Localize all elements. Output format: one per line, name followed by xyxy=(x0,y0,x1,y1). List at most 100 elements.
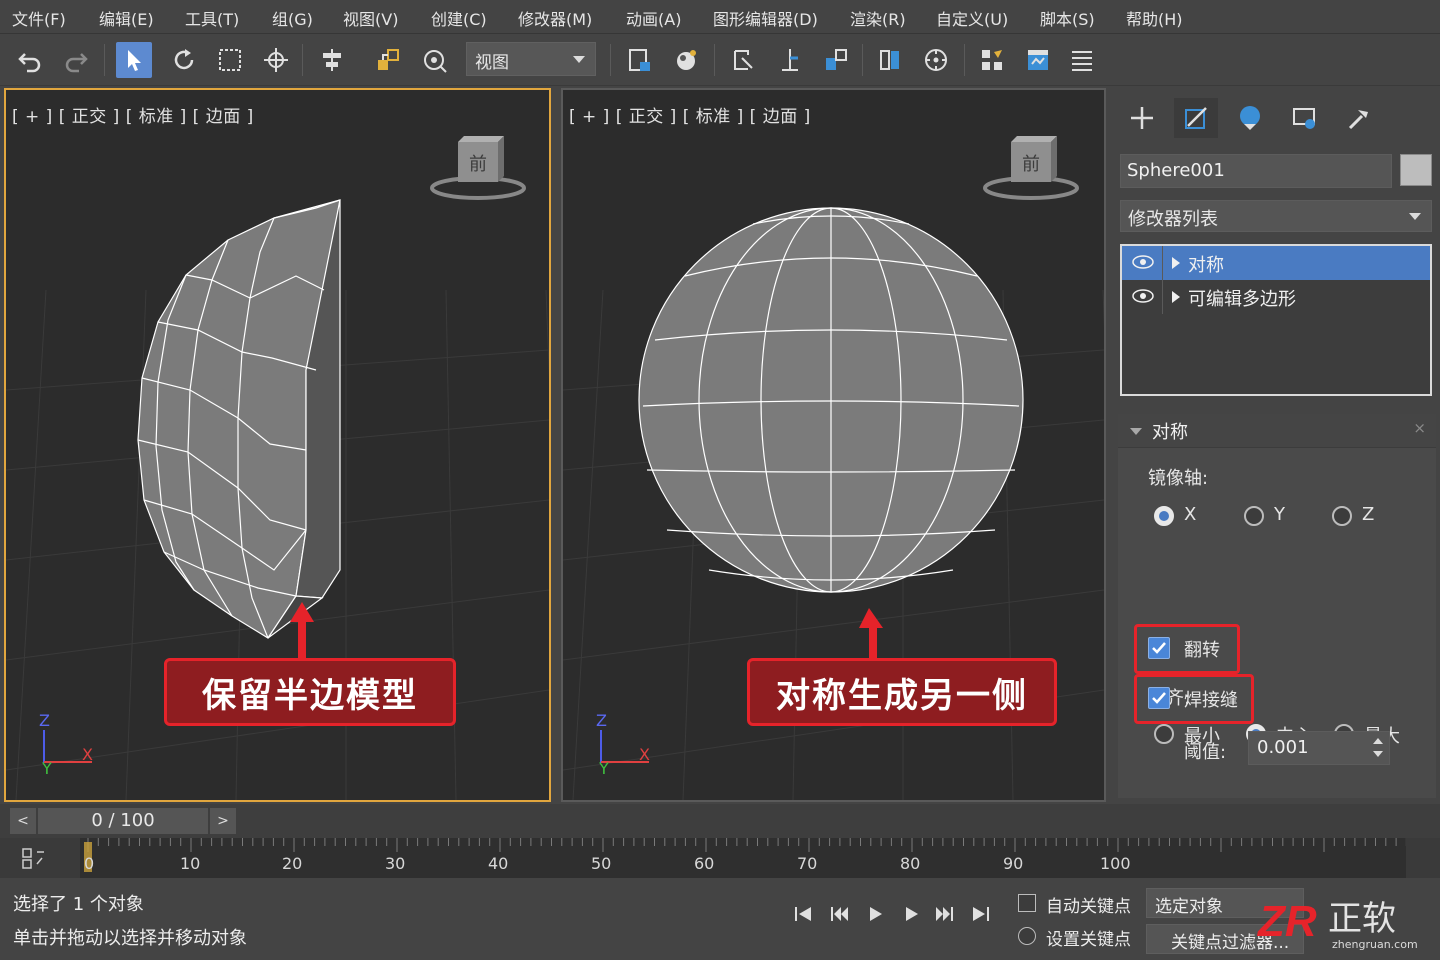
tick-label: 70 xyxy=(797,854,818,873)
threshold-spinner[interactable]: 0.001 xyxy=(1248,731,1390,765)
angle-snap-icon[interactable] xyxy=(772,42,808,78)
auto-key-label: 自动关键点 xyxy=(1046,897,1131,917)
layer-icon[interactable] xyxy=(622,42,658,78)
schematic-icon[interactable] xyxy=(974,42,1010,78)
axis-x-label: X xyxy=(639,745,650,764)
axis-gizmo: Z Y X xyxy=(39,711,93,778)
menu-modifiers[interactable]: 修改器(M) xyxy=(518,6,592,30)
track-bar[interactable]: 0 10 20 30 40 50 60 70 80 90 100 xyxy=(0,838,1440,878)
close-icon[interactable]: × xyxy=(1413,419,1426,437)
toolbar-separator xyxy=(104,44,105,76)
ribbon-icon[interactable] xyxy=(1064,42,1100,78)
play-icon[interactable] xyxy=(860,902,890,926)
select-icon[interactable] xyxy=(116,42,152,78)
viewcube-face-label: 前 xyxy=(469,154,487,175)
go-to-end-icon[interactable] xyxy=(966,902,996,926)
create-icon[interactable] xyxy=(1120,98,1164,138)
chevron-down-icon xyxy=(573,56,585,63)
auto-key-checkbox[interactable] xyxy=(1018,894,1036,912)
menu-bar: 文件(F) 编辑(E) 工具(T) 组(G) 视图(V) 创建(C) 修改器(M… xyxy=(0,0,1440,34)
menu-help[interactable]: 帮助(H) xyxy=(1126,6,1183,30)
region-select-icon[interactable] xyxy=(212,42,248,78)
threshold-value: 0.001 xyxy=(1257,737,1309,758)
align-min-radio[interactable] xyxy=(1154,724,1174,744)
render-setup-icon[interactable] xyxy=(1020,42,1056,78)
expand-arrow-icon[interactable] xyxy=(1172,257,1180,269)
menu-view[interactable]: 视图(V) xyxy=(343,6,398,30)
tick-label: 100 xyxy=(1100,854,1131,873)
tick-label: 80 xyxy=(900,854,921,873)
threshold-label: 阈值: xyxy=(1184,742,1227,763)
viewport-right[interactable]: [ + ] [ 正交 ] [ 标准 ] [ 边面 ] 前 Z Y X 对称生成另… xyxy=(561,88,1106,802)
viewcube-icon: 前 xyxy=(430,136,526,200)
sphere-model xyxy=(638,207,1024,593)
utilities-icon[interactable] xyxy=(1336,98,1380,138)
toolbar-separator xyxy=(302,44,303,76)
snap-icon[interactable] xyxy=(726,42,762,78)
stack-item-symmetry[interactable]: 对称 xyxy=(1122,246,1430,280)
rotate-snap-icon[interactable] xyxy=(918,42,954,78)
tick-label: 0 xyxy=(84,854,95,873)
percent-snap-icon[interactable] xyxy=(818,42,854,78)
pivot-icon[interactable] xyxy=(416,42,452,78)
redo-icon[interactable] xyxy=(58,42,94,78)
axis-x-label: X xyxy=(82,745,93,764)
track-ruler[interactable]: 0 10 20 30 40 50 60 70 80 90 100 xyxy=(80,838,1406,878)
time-slider-prev-button[interactable]: < xyxy=(10,808,36,834)
menu-customize[interactable]: 自定义(U) xyxy=(936,6,1008,30)
modify-icon[interactable] xyxy=(1174,98,1218,138)
material-icon[interactable] xyxy=(668,42,704,78)
spinner-up-icon[interactable] xyxy=(1373,738,1383,744)
viewport-left[interactable]: [ + ] [ 正交 ] [ 标准 ] [ 边面 ] 前 Z Y X 保留半边模… xyxy=(4,88,551,802)
link-icon[interactable] xyxy=(370,42,406,78)
mirror-icon[interactable] xyxy=(872,42,908,78)
axis-z-radio[interactable] xyxy=(1332,506,1352,526)
menu-animation[interactable]: 动画(A) xyxy=(626,6,681,30)
modifier-list-dropdown[interactable]: 修改器列表 xyxy=(1120,200,1432,232)
weld-checkbox[interactable] xyxy=(1148,687,1170,709)
status-bar: 选择了 1 个对象 单击并拖动以选择并移动对象 自动关键点 设置关键点 选定对象… xyxy=(0,878,1440,960)
time-slider-thumb[interactable]: 0 / 100 xyxy=(38,808,208,834)
menu-group[interactable]: 组(G) xyxy=(272,6,313,30)
menu-tools[interactable]: 工具(T) xyxy=(185,6,239,30)
stack-item-editable-poly[interactable]: 可编辑多边形 xyxy=(1122,280,1430,314)
menu-file[interactable]: 文件(F) xyxy=(12,6,66,30)
reference-coordinate-value: 视图 xyxy=(475,53,509,73)
axis-y-radio[interactable] xyxy=(1244,506,1264,526)
spinner-down-icon[interactable] xyxy=(1373,751,1383,757)
time-slider: < 0 / 100 > xyxy=(0,804,1440,838)
go-to-start-icon[interactable] xyxy=(788,902,818,926)
eye-icon[interactable] xyxy=(1132,288,1154,304)
toolbar-separator xyxy=(610,44,611,76)
object-color-swatch[interactable] xyxy=(1400,154,1432,186)
rotate-icon[interactable] xyxy=(166,42,202,78)
motion-icon[interactable] xyxy=(1282,98,1326,138)
key-mode-icon[interactable] xyxy=(20,846,50,870)
align-icon[interactable] xyxy=(314,42,350,78)
axis-y-label: Y xyxy=(1274,504,1285,525)
axis-x-radio[interactable] xyxy=(1154,506,1174,526)
next-frame-icon[interactable] xyxy=(930,902,960,926)
menu-edit[interactable]: 编辑(E) xyxy=(99,6,154,30)
viewcube-face-label: 前 xyxy=(1022,154,1040,175)
set-key-radio[interactable] xyxy=(1018,927,1036,945)
undo-icon[interactable] xyxy=(12,42,48,78)
watermark-logo: ZR xyxy=(1256,897,1317,946)
menu-create[interactable]: 创建(C) xyxy=(431,6,487,30)
flip-checkbox[interactable] xyxy=(1148,637,1170,659)
move-icon[interactable] xyxy=(258,42,294,78)
menu-graph-editors[interactable]: 图形编辑器(D) xyxy=(713,6,818,30)
collapse-arrow-icon[interactable] xyxy=(1130,428,1142,435)
eye-icon[interactable] xyxy=(1132,254,1154,270)
previous-frame-icon[interactable] xyxy=(824,902,854,926)
hierarchy-icon[interactable] xyxy=(1228,98,1272,138)
time-slider-next-button[interactable]: > xyxy=(210,808,236,834)
object-name-field[interactable]: Sphere001 xyxy=(1120,154,1392,188)
rollout-header[interactable]: 对称 × xyxy=(1118,414,1436,448)
play-selected-icon[interactable] xyxy=(896,902,926,926)
menu-rendering[interactable]: 渲染(R) xyxy=(850,6,906,30)
reference-coordinate-dropdown[interactable]: 视图 xyxy=(466,42,596,76)
tick-label: 20 xyxy=(282,854,303,873)
expand-arrow-icon[interactable] xyxy=(1172,291,1180,303)
menu-scripting[interactable]: 脚本(S) xyxy=(1040,6,1095,30)
